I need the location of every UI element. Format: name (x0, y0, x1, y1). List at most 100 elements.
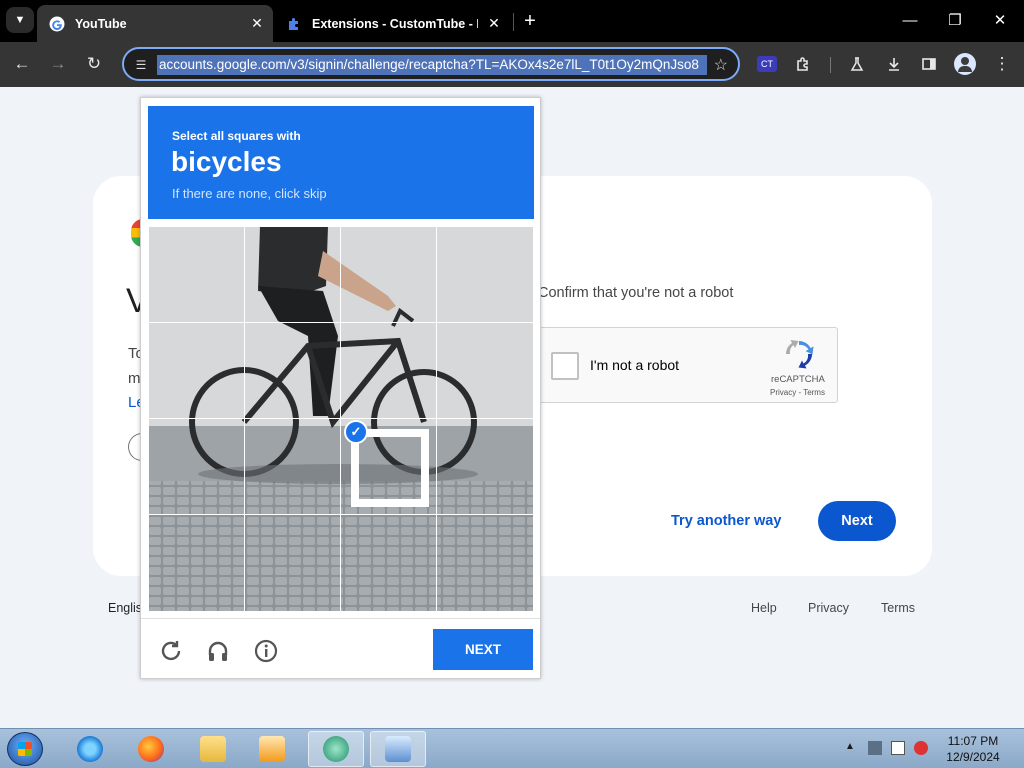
recaptcha-label: I'm not a robot (590, 357, 680, 373)
challenge-tile[interactable] (436, 226, 534, 323)
show-hidden-icons[interactable]: ▲ (845, 741, 855, 752)
recaptcha-logo-icon (785, 340, 814, 369)
challenge-tile[interactable] (148, 226, 245, 323)
windows-taskbar: ▲ 11:07 PM 12/9/2024 (0, 728, 1024, 768)
try-another-way-button[interactable]: Try another way (671, 513, 781, 529)
download-icon (889, 58, 899, 71)
challenge-tile[interactable] (244, 226, 341, 323)
browser-app-icon (323, 736, 349, 762)
clock-date[interactable]: 12/9/2024 (943, 750, 1003, 764)
challenge-tile[interactable] (340, 514, 437, 612)
challenge-object: bicycles (171, 146, 282, 177)
challenge-tile[interactable] (148, 514, 245, 612)
tab-search-button[interactable]: ▼ (6, 7, 34, 33)
description-text: m (128, 370, 141, 387)
challenge-tile[interactable] (244, 322, 341, 419)
minimize-icon: — (902, 11, 918, 29)
tab-strip: ▼ YouTube ✕ Extensions - CustomTube - Re… (0, 0, 1024, 42)
extensions-button[interactable] (790, 50, 818, 78)
internet-explorer-icon (77, 736, 103, 762)
close-tab-icon[interactable]: ✕ (486, 15, 502, 31)
challenge-header: Select all squares with bicycles If ther… (148, 106, 534, 219)
reload-icon: ↻ (86, 54, 102, 73)
help-link[interactable]: Help (751, 601, 777, 615)
site-info-icon[interactable]: ☰ (132, 56, 150, 74)
puzzle-icon (797, 57, 808, 71)
taskbar-app-internet-explorer[interactable] (62, 731, 118, 767)
audio-challenge-button[interactable] (205, 638, 231, 664)
back-button[interactable]: ← (8, 50, 36, 78)
minimize-button[interactable]: — (895, 8, 925, 32)
tab-title: Extensions - CustomTube - Re (312, 16, 478, 31)
chevron-down-icon: ▼ (14, 14, 26, 26)
restore-icon: ❐ (948, 12, 962, 29)
taskbar-app-media-player[interactable] (244, 731, 300, 767)
tab-title: YouTube (75, 16, 127, 31)
reload-challenge-button[interactable] (158, 638, 184, 664)
kebab-menu-icon: ⋮ (993, 54, 1011, 73)
close-icon: ✕ (993, 12, 1007, 29)
downloads-button[interactable] (880, 50, 908, 78)
forward-button[interactable]: → (44, 50, 72, 78)
customtube-extension-icon[interactable]: CT (757, 56, 777, 72)
recaptcha-terms-link[interactable]: Privacy - Terms (770, 388, 825, 397)
arrow-right-icon: → (49, 54, 67, 73)
volume-muted-icon[interactable] (914, 741, 928, 755)
reload-icon (161, 641, 181, 661)
tab-separator (513, 13, 514, 31)
address-bar[interactable]: ☰ accounts.google.com/v3/signin/challeng… (122, 47, 740, 81)
url-text[interactable]: accounts.google.com/v3/signin/challenge/… (157, 55, 707, 75)
taskbar-app-firefox[interactable] (123, 731, 179, 767)
taskbar-app-browser[interactable] (308, 731, 364, 767)
confirm-text: Confirm that you're not a robot (538, 285, 734, 301)
media-player-icon (259, 736, 285, 762)
headphones-icon (208, 641, 228, 661)
tab-youtube[interactable]: YouTube ✕ (37, 5, 273, 42)
side-panel-button[interactable] (915, 50, 943, 78)
tab-extensions[interactable]: Extensions - CustomTube - Re ✕ (274, 5, 510, 42)
bookmark-star-icon[interactable]: ☆ (714, 55, 728, 75)
challenge-image-grid: ✓ (148, 226, 534, 612)
recaptcha-widget: I'm not a robot reCAPTCHA Privacy - Term… (538, 327, 838, 403)
terms-link[interactable]: Terms (881, 601, 915, 615)
labs-button[interactable] (843, 50, 871, 78)
recaptcha-challenge-popup: Select all squares with bicycles If ther… (140, 97, 541, 679)
checkmark-icon: ✓ (344, 420, 368, 444)
taskbar-app-file-explorer[interactable] (185, 731, 241, 767)
firefox-icon (138, 736, 164, 762)
info-button[interactable] (253, 638, 279, 664)
toolbar-divider (830, 57, 831, 73)
plus-icon: + (524, 9, 536, 32)
privacy-link[interactable]: Privacy (808, 601, 849, 615)
close-window-button[interactable]: ✕ (985, 8, 1015, 32)
challenge-tile[interactable] (436, 418, 534, 515)
puzzle-icon (289, 17, 298, 30)
google-g-icon (49, 16, 65, 31)
profile-avatar-icon[interactable] (954, 53, 976, 75)
challenge-tile[interactable] (340, 226, 437, 323)
menu-button[interactable]: ⋮ (988, 50, 1016, 78)
network-icon[interactable] (868, 741, 882, 755)
action-center-flag-icon[interactable] (891, 741, 905, 755)
challenge-tile[interactable] (148, 418, 245, 515)
reload-button[interactable]: ↻ (80, 50, 108, 78)
challenge-tile[interactable] (436, 322, 534, 419)
arrow-left-icon: ← (13, 54, 31, 73)
language-selector[interactable]: Englis (108, 601, 142, 615)
next-button[interactable]: Next (818, 501, 896, 541)
taskbar-app-remote-desktop[interactable] (370, 731, 426, 767)
challenge-next-button[interactable]: NEXT (433, 629, 533, 670)
challenge-tile[interactable] (244, 514, 341, 612)
info-icon (254, 639, 278, 663)
challenge-tile[interactable] (436, 514, 534, 612)
remote-desktop-icon (385, 736, 411, 762)
restore-button[interactable]: ❐ (940, 8, 970, 32)
clock-time[interactable]: 11:07 PM (943, 734, 1003, 748)
recaptcha-checkbox[interactable] (551, 352, 579, 380)
challenge-tile[interactable] (340, 322, 437, 419)
challenge-tile[interactable] (244, 418, 341, 515)
close-tab-icon[interactable]: ✕ (249, 15, 265, 31)
new-tab-button[interactable]: + (519, 10, 541, 32)
start-button[interactable] (7, 732, 43, 766)
challenge-tile[interactable] (148, 322, 245, 419)
